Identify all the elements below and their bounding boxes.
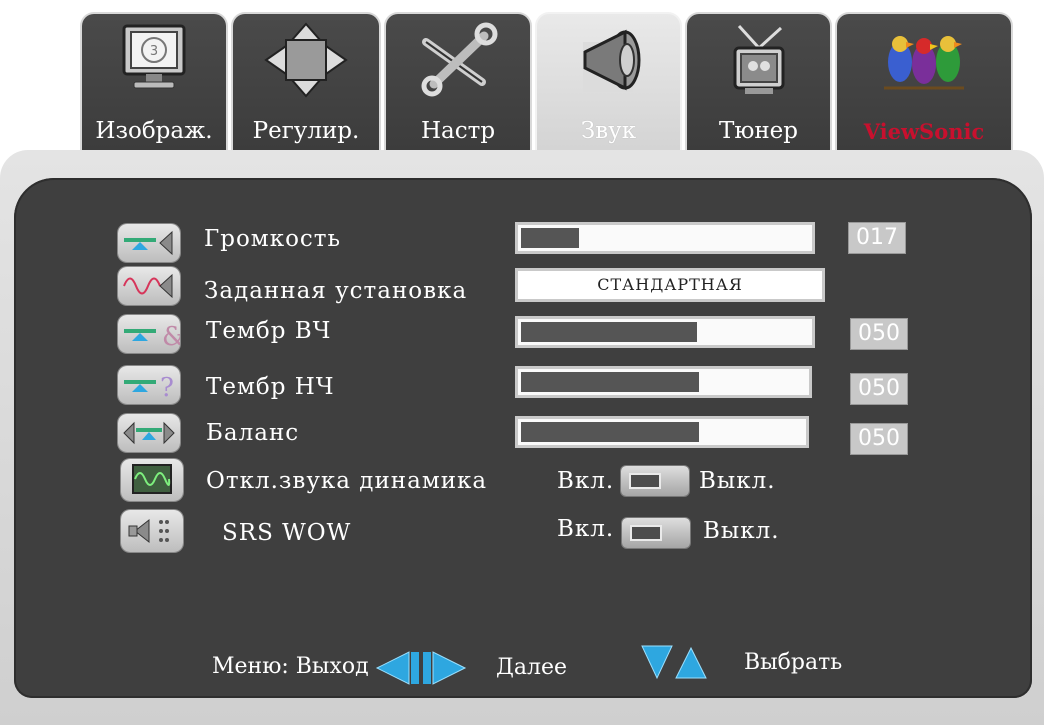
tab-label-picture: Изображ. <box>95 118 213 144</box>
preset-wave-icon <box>118 267 180 305</box>
left-right-arrows-icon <box>375 651 467 685</box>
bass-slider-fill <box>521 372 699 392</box>
preset-label: Заданная установка <box>204 278 468 304</box>
speaker-mute-toggle[interactable] <box>621 466 689 496</box>
bass-clef-icon: ? <box>118 366 180 404</box>
svg-text:3: 3 <box>150 44 158 59</box>
tab-adjust[interactable]: Регулир. <box>231 12 381 162</box>
menu-exit-hint: Меню: Выход <box>212 654 369 679</box>
adjust-arrows-icon <box>264 22 348 98</box>
select-hint: Выбрать <box>744 650 843 675</box>
speaker-icon <box>582 29 640 92</box>
svg-text:?: ? <box>160 373 174 403</box>
balance-slider[interactable] <box>515 416 809 448</box>
speaker-mute-off-label: Выкл. <box>699 468 776 494</box>
balance-slider-fill <box>521 422 699 442</box>
speaker-mute-label: Откл.звука динамика <box>206 468 488 494</box>
treble-value: 050 <box>850 318 908 350</box>
viewsonic-logo-icon <box>884 36 964 90</box>
volume-label: Громкость <box>204 226 342 252</box>
tab-setup[interactable]: Настр <box>384 12 532 162</box>
bass-label: Тембр НЧ <box>206 374 335 400</box>
treble-slider[interactable] <box>515 316 815 348</box>
balance-icon <box>118 414 180 452</box>
viewsonic-logo-text: ViewSonic <box>863 119 985 144</box>
srs-speaker-icon <box>121 510 183 552</box>
svg-text:&: & <box>162 322 180 352</box>
tab-sound[interactable]: Звук <box>535 12 682 162</box>
tv-antenna-icon <box>733 24 784 94</box>
tools-icon <box>421 22 498 97</box>
srs-wow-toggle[interactable] <box>622 518 690 548</box>
tab-label-setup: Настр <box>420 118 496 144</box>
treble-slider-fill <box>521 322 697 342</box>
oscilloscope-icon <box>121 459 183 501</box>
balance-label: Баланс <box>206 420 300 446</box>
tab-viewsonic[interactable]: ViewSonic <box>835 12 1013 162</box>
srs-wow-on-label: Вкл. <box>557 516 615 542</box>
tab-label-sound: Звук <box>580 118 637 144</box>
balance-value: 050 <box>850 423 908 455</box>
bass-value: 050 <box>850 373 908 405</box>
tab-label-adjust: Регулир. <box>252 118 360 144</box>
volume-value: 017 <box>848 222 906 254</box>
srs-wow-toggle-knob <box>630 525 662 541</box>
next-hint: Далее <box>496 655 568 680</box>
monitor-icon: 3 <box>122 24 186 89</box>
volume-icon <box>118 224 180 262</box>
srs-wow-label: SRS WOW <box>222 520 352 546</box>
tab-picture[interactable]: 3 Изображ. <box>80 12 228 162</box>
volume-slider-fill <box>521 228 579 248</box>
treble-label: Тембр ВЧ <box>206 318 332 344</box>
tab-label-tuner: Тюнер <box>718 118 799 144</box>
up-down-arrows-icon <box>641 645 707 680</box>
tab-tuner[interactable]: Тюнер <box>685 12 832 162</box>
volume-slider[interactable] <box>515 222 815 254</box>
srs-wow-off-label: Выкл. <box>703 518 780 544</box>
preset-selector[interactable]: СТАНДАРТНАЯ <box>515 268 825 302</box>
speaker-mute-on-label: Вкл. <box>557 468 615 494</box>
treble-clef-icon: & <box>118 315 185 353</box>
speaker-mute-toggle-knob <box>629 473 661 489</box>
bass-slider[interactable] <box>515 366 812 398</box>
